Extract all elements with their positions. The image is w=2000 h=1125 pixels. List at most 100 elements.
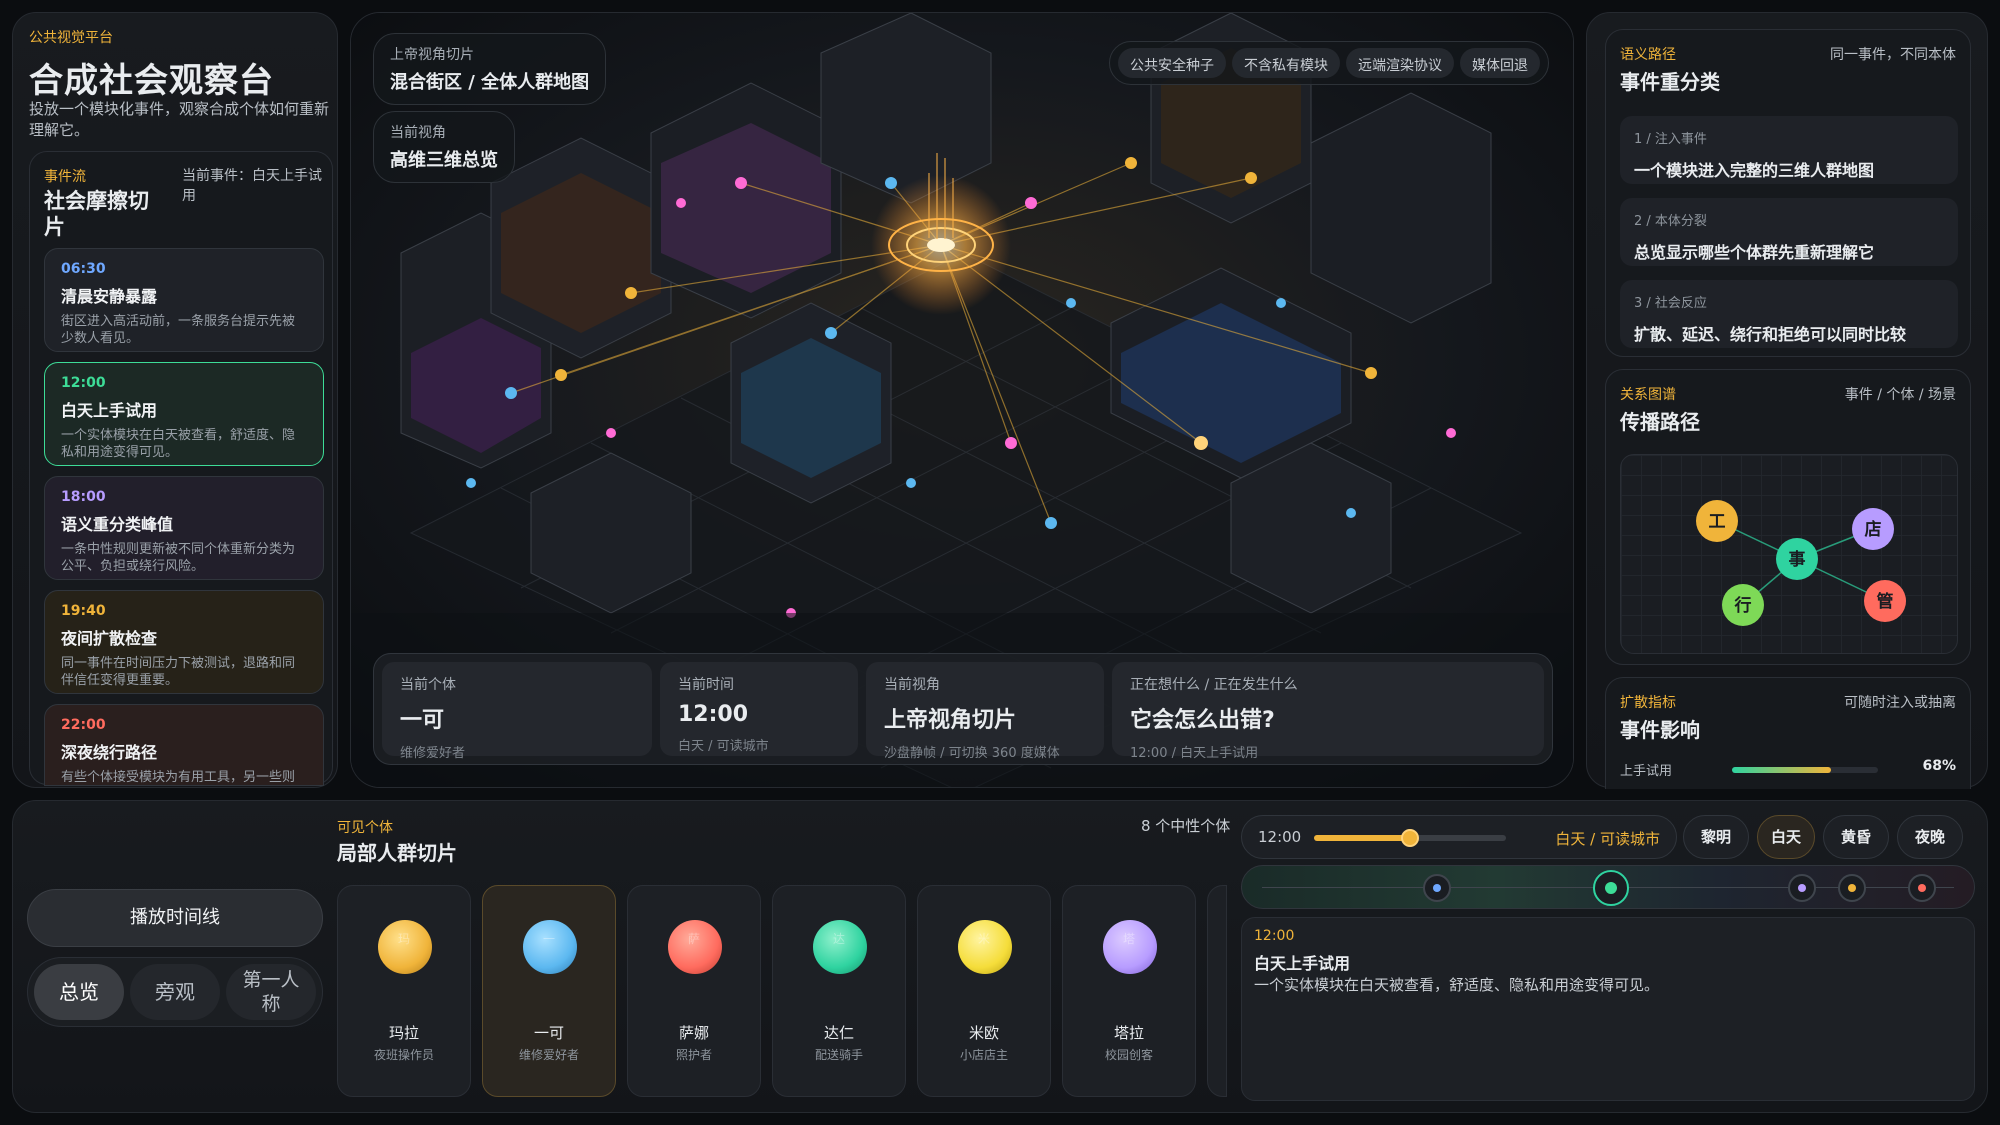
status-value: 一可: [400, 708, 445, 733]
time-slider-fill: [1314, 835, 1410, 841]
event-flow: 事件流 社会摩擦切片 当前事件：白天上手试用 06:30 清晨安静暴露 街区进入…: [29, 151, 333, 786]
graph-node-manage[interactable]: 管: [1864, 580, 1906, 622]
platform-eyebrow: 公共视觉平台: [29, 30, 113, 46]
view-mode-overview[interactable]: 总览: [34, 964, 124, 1020]
step-value: 一个模块进入完整的三维人群地图: [1634, 161, 1875, 180]
timeline-marker-0630[interactable]: [1423, 874, 1451, 902]
person-card[interactable]: 达 达仁 配送骑手: [772, 885, 906, 1097]
view-mode-observer[interactable]: 旁观: [130, 964, 220, 1020]
chip-remote-render[interactable]: 远端渲染协议: [1346, 48, 1454, 78]
person-glyph: 玛: [397, 932, 410, 946]
graph-node-label: 行: [1734, 595, 1752, 616]
event-card[interactable]: 19:40 夜间扩散检查 同一事件在时间压力下被测试，退路和同伴信任变得更重要。: [44, 590, 324, 694]
person-glyph: 达: [832, 932, 845, 946]
graph-canvas[interactable]: 工 店 事 行 管: [1620, 454, 1958, 654]
event-desc: 同一事件在时间压力下被测试，退路和同伴信任变得更重要。: [61, 656, 296, 688]
detail-desc: 一个实体模块在白天被查看，舒适度、隐私和用途变得可见。: [1254, 976, 1660, 994]
chip-no-private[interactable]: 不含私有模块: [1232, 48, 1340, 78]
event-timeline-track[interactable]: [1241, 865, 1975, 909]
chip-media-fallback[interactable]: 媒体回退: [1460, 48, 1540, 78]
status-sub: 沙盘静帧 / 可切换 360 度媒体: [884, 746, 1060, 761]
graph-node-label: 事: [1789, 550, 1806, 570]
step-label: 3 / 社会反应: [1634, 296, 1707, 311]
relation-graph-section: 关系图谱 事件 / 个体 / 场景 传播路径 工 店 事 行 管: [1605, 369, 1971, 665]
person-glyph: 一: [542, 932, 555, 946]
person-card-selected[interactable]: 一 一可 维修爱好者: [482, 885, 616, 1097]
phase-dusk-button[interactable]: 黄昏: [1823, 815, 1889, 859]
phase-night-button[interactable]: 夜晚: [1897, 815, 1963, 859]
semantic-step[interactable]: 1 / 注入事件 一个模块进入完整的三维人群地图: [1620, 116, 1958, 184]
person-card[interactable]: 萨 萨娜 照护者: [627, 885, 761, 1097]
timeline-marker-1940[interactable]: [1838, 874, 1866, 902]
event-title: 清晨安静暴露: [61, 287, 158, 306]
graph-node-shop[interactable]: 店: [1852, 508, 1894, 550]
event-card[interactable]: 18:00 语义重分类峰值 一条中性规则更新被不同个体重新分类为公平、负担或绕行…: [44, 476, 324, 580]
person-name: 塔拉: [1113, 1024, 1144, 1042]
event-card[interactable]: 06:30 清晨安静暴露 街区进入高活动前，一条服务台提示先被少数人看见。: [44, 248, 324, 352]
semantic-path-section: 语义路径 同一事件，不同本体 事件重分类 1 / 注入事件 一个模块进入完整的三…: [1605, 29, 1971, 357]
status-bar: 当前个体 一可 维修爱好者 当前时间 12:00 白天 / 可读城市 当前视角 …: [373, 653, 1553, 765]
phase-day-button[interactable]: 白天: [1757, 815, 1815, 859]
person-name: 萨娜: [678, 1024, 709, 1042]
page-description: 投放一个模块化事件，观察合成个体如何重新理解它。: [29, 100, 330, 139]
chip-public-safety[interactable]: 公共安全种子: [1118, 48, 1226, 78]
event-panel: 公共视觉平台 合成社会观察台 投放一个模块化事件，观察合成个体如何重新理解它。 …: [12, 12, 338, 788]
time-slider-handle[interactable]: [1401, 829, 1419, 847]
view-value: 高维三维总览: [390, 150, 498, 171]
current-event-label: 当前事件：白天上手试用: [182, 168, 322, 204]
status-value: 上帝视角切片: [884, 708, 1017, 733]
event-title: 深夜绕行路径: [61, 743, 158, 762]
person-avatar-orb: [668, 920, 722, 974]
play-timeline-button[interactable]: 播放时间线: [27, 889, 323, 947]
timeline-marker-1200[interactable]: [1593, 870, 1629, 906]
person-glyph: 塔: [1122, 932, 1135, 946]
status-label: 当前时间: [678, 677, 734, 693]
semantic-step[interactable]: 2 / 本体分裂 总览显示哪些个体群先重新理解它: [1620, 198, 1958, 266]
event-time: 19:40: [61, 603, 106, 619]
status-value: 它会怎么出错?: [1130, 708, 1275, 733]
timeline-marker-2200[interactable]: [1908, 874, 1936, 902]
graph-node-walk[interactable]: 行: [1722, 584, 1764, 626]
view-label: 当前视角: [390, 125, 446, 141]
status-sub: 维修爱好者: [400, 746, 466, 761]
event-time: 12:00: [61, 375, 106, 391]
time-phase-text: 白天 / 可读城市: [1555, 830, 1660, 848]
graph-node-work[interactable]: 工: [1696, 500, 1738, 542]
slice-pill[interactable]: 上帝视角切片 混合街区 / 全体人群地图: [373, 33, 607, 105]
view-mode-switch: 总览 旁观 第一人称: [27, 957, 323, 1027]
person-avatar-orb: [958, 920, 1012, 974]
person-card[interactable]: 塔 塔拉 校园创客: [1062, 885, 1196, 1097]
person-card-partial[interactable]: [1207, 885, 1227, 1097]
status-sub: 12:00 / 白天上手试用: [1130, 746, 1259, 761]
detail-time: 12:00: [1254, 928, 1295, 944]
person-card[interactable]: 米 米欧 小店店主: [917, 885, 1051, 1097]
timeline-marker-1800[interactable]: [1788, 874, 1816, 902]
graph-node-label: 管: [1877, 591, 1894, 612]
person-avatar-orb: [378, 920, 432, 974]
view-mode-first-person[interactable]: 第一人称: [226, 964, 316, 1020]
phase-dawn-button[interactable]: 黎明: [1683, 815, 1749, 859]
event-card[interactable]: 22:00 深夜绕行路径 有些个体接受模块为有用工具，另一些则绕行或等待更清楚的…: [44, 704, 324, 786]
status-value: 12:00: [678, 702, 749, 727]
semantic-step[interactable]: 3 / 社会反应 扩散、延迟、绕行和拒绝可以同时比较: [1620, 280, 1958, 348]
city-map-view[interactable]: 上帝视角切片 混合街区 / 全体人群地图 当前视角 高维三维总览 公共安全种子 …: [350, 12, 1574, 788]
slice-value: 混合街区 / 全体人群地图: [390, 72, 590, 93]
event-time: 22:00: [61, 717, 106, 733]
event-card-active[interactable]: 12:00 白天上手试用 一个实体模块在白天被查看，舒适度、隐私和用途变得可见。: [44, 362, 324, 466]
person-glyph: 米: [977, 932, 990, 946]
person-avatar-orb: [1103, 920, 1157, 974]
event-flow-eyebrow: 事件流: [44, 169, 86, 185]
step-value: 总览显示哪些个体群先重新理解它: [1634, 243, 1875, 262]
event-desc: 一个实体模块在白天被查看，舒适度、隐私和用途变得可见。: [61, 428, 296, 460]
person-card[interactable]: 玛 玛拉 夜班操作员: [337, 885, 471, 1097]
semantic-eyebrow: 语义路径: [1620, 47, 1676, 63]
view-pill[interactable]: 当前视角 高维三维总览: [373, 111, 515, 183]
timeline-panel: 播放时间线 总览 旁观 第一人称 可见个体 局部人群切片 8 个中性个体 玛 玛…: [12, 800, 1988, 1113]
graph-node-event[interactable]: 事: [1776, 538, 1818, 580]
time-slider-track[interactable]: [1314, 829, 1506, 847]
metric-value: 68%: [1922, 758, 1956, 774]
person-role: 配送骑手: [814, 1048, 863, 1062]
person-name: 达仁: [823, 1024, 854, 1042]
event-detail-card: 12:00 白天上手试用 一个实体模块在白天被查看，舒适度、隐私和用途变得可见。: [1241, 917, 1975, 1101]
metric-bar-fill: [1732, 767, 1832, 773]
